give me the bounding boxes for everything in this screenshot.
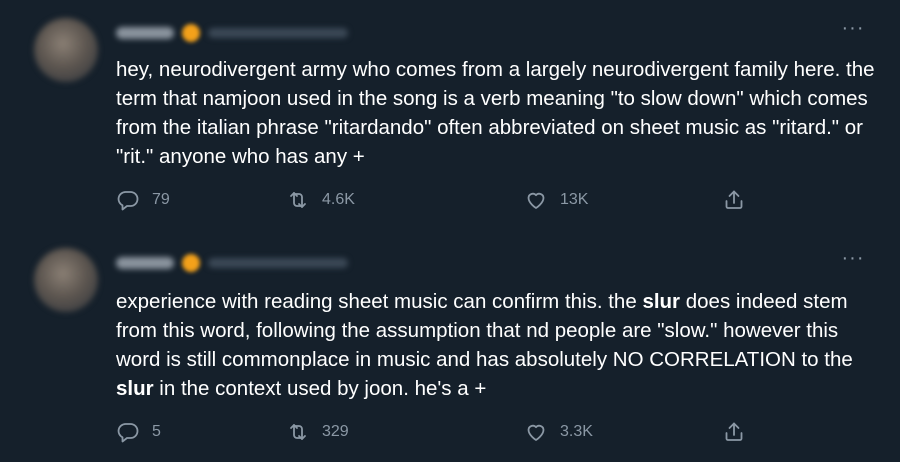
avatar[interactable] — [34, 248, 98, 312]
tweet-actions: 79 4.6K 13K — [116, 185, 776, 215]
like-button[interactable]: 13K — [524, 185, 588, 215]
tweet-text: hey, neurodivergent army who comes from … — [116, 55, 876, 171]
tweet[interactable]: ··· hey, neurodivergent army who comes f… — [0, 0, 900, 232]
blurred-emoji — [182, 254, 200, 272]
tweet[interactable]: ··· experience with reading sheet music … — [0, 232, 900, 462]
blurred-display-name[interactable] — [116, 257, 174, 269]
bold-highlight: slur — [642, 290, 681, 313]
share-button[interactable] — [722, 417, 746, 447]
retweet-count: 4.6K — [322, 191, 355, 208]
tweet-header — [116, 252, 348, 274]
reply-button[interactable]: 5 — [116, 417, 161, 447]
retweet-count: 329 — [322, 423, 349, 440]
retweet-button[interactable]: 4.6K — [286, 185, 355, 215]
more-options-icon[interactable]: ··· — [840, 248, 866, 268]
heart-icon — [527, 424, 545, 441]
bold-highlight: slur — [116, 377, 154, 400]
reply-button[interactable]: 79 — [116, 185, 170, 215]
blurred-emoji — [182, 24, 200, 42]
share-icon — [725, 422, 743, 441]
tweet-text-segment: hey, neurodivergent army who comes from … — [116, 58, 875, 168]
tweet-actions: 5 329 3.3K — [116, 417, 776, 447]
tweet-text-segment: experience with reading sheet music can … — [116, 290, 643, 313]
like-button[interactable]: 3.3K — [524, 417, 593, 447]
heart-icon — [527, 192, 545, 209]
tweet-text: experience with reading sheet music can … — [116, 287, 876, 403]
blurred-handle[interactable] — [208, 28, 348, 38]
blurred-handle[interactable] — [208, 258, 348, 268]
retweet-icon — [290, 424, 306, 440]
share-icon — [725, 190, 743, 209]
reply-count: 79 — [152, 191, 170, 208]
reply-icon — [117, 423, 139, 443]
like-count: 3.3K — [560, 423, 593, 440]
like-count: 13K — [560, 191, 589, 208]
reply-count: 5 — [152, 423, 161, 440]
reply-icon — [117, 191, 139, 211]
share-button[interactable] — [722, 185, 746, 215]
blurred-display-name[interactable] — [116, 27, 174, 39]
avatar[interactable] — [34, 18, 98, 82]
retweet-button[interactable]: 329 — [286, 417, 349, 447]
retweet-icon — [290, 192, 306, 208]
tweet-header — [116, 22, 348, 44]
tweet-text-segment: in the context used by joon. he's a + — [153, 377, 487, 400]
more-options-icon[interactable]: ··· — [840, 18, 866, 38]
